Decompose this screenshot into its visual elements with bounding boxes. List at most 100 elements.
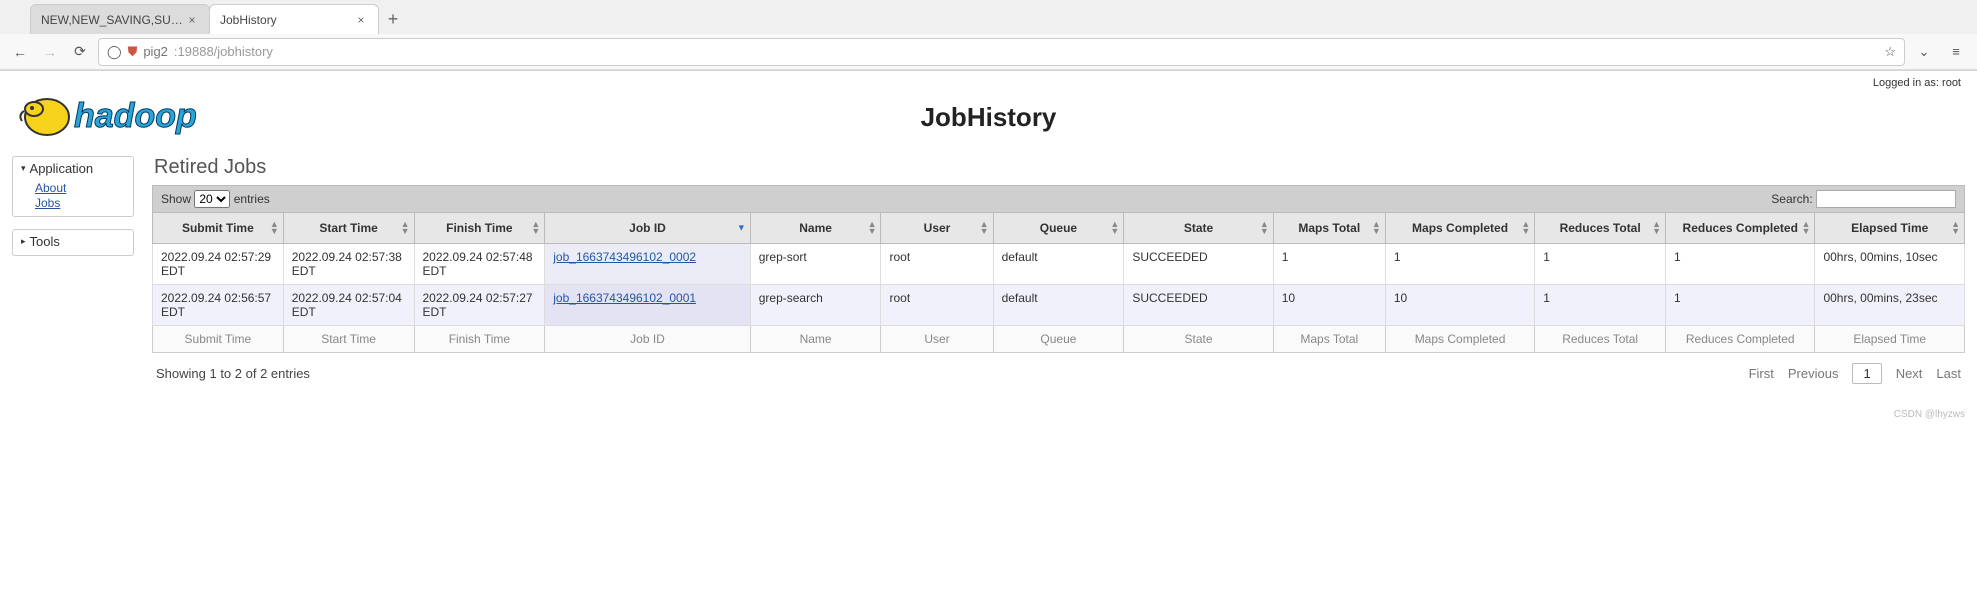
col-start-time[interactable]: Start Time▲▼: [283, 213, 414, 244]
col-reduces-total[interactable]: Reduces Total▲▼: [1535, 213, 1666, 244]
shield-icon: ◯: [107, 44, 122, 60]
sort-icon: ▲▼: [1372, 221, 1381, 235]
tab-title: JobHistory: [220, 13, 354, 27]
footcol: Reduces Total: [1535, 326, 1666, 353]
col-state[interactable]: State▲▼: [1124, 213, 1273, 244]
table-header-row: Submit Time▲▼ Start Time▲▼ Finish Time▲▼…: [153, 213, 1965, 244]
sort-icon: ▲▼: [980, 221, 989, 235]
sort-icon: ▲▼: [401, 221, 410, 235]
cell-maps-total: 10: [1273, 285, 1385, 326]
sort-icon: ▲▼: [531, 221, 540, 235]
col-submit-time[interactable]: Submit Time▲▼: [153, 213, 284, 244]
jobs-table: Submit Time▲▼ Start Time▲▼ Finish Time▲▼…: [152, 212, 1965, 353]
url-path: :19888/jobhistory: [174, 44, 273, 59]
search-input[interactable]: [1816, 190, 1956, 208]
cell-state: SUCCEEDED: [1124, 285, 1273, 326]
col-reduces-completed[interactable]: Reduces Completed▲▼: [1666, 213, 1815, 244]
sidebar-tools-header[interactable]: ▸ Tools: [21, 234, 125, 249]
browser-toolbar: ← → ⟳ ◯ ⛊ pig2 :19888/jobhistory ☆ ⌄ ≡: [0, 34, 1977, 70]
footcol: Reduces Completed: [1666, 326, 1815, 353]
chevron-right-icon: ▸: [21, 236, 26, 247]
cell-reduces-completed: 1: [1666, 244, 1815, 285]
lock-icon: ⛊: [128, 44, 138, 60]
page-previous[interactable]: Previous: [1788, 366, 1839, 381]
sort-icon: ▲▼: [270, 221, 279, 235]
sidebar-application-box: ▾ Application About Jobs: [12, 156, 134, 217]
cell-elapsed: 00hrs, 00mins, 23sec: [1815, 285, 1965, 326]
page-current[interactable]: 1: [1852, 363, 1881, 384]
cell-jobid: job_1663743496102_0001: [545, 285, 750, 326]
table-info: Showing 1 to 2 of 2 entries: [156, 366, 310, 381]
address-bar[interactable]: ◯ ⛊ pig2 :19888/jobhistory ☆: [98, 38, 1905, 66]
page-last[interactable]: Last: [1936, 366, 1961, 381]
cell-reduces-total: 1: [1535, 244, 1666, 285]
col-finish-time[interactable]: Finish Time▲▼: [414, 213, 545, 244]
cell-maps-completed: 1: [1385, 244, 1534, 285]
cell-user: root: [881, 285, 993, 326]
col-elapsed-time[interactable]: Elapsed Time▲▼: [1815, 213, 1965, 244]
cell-elapsed: 00hrs, 00mins, 10sec: [1815, 244, 1965, 285]
col-user[interactable]: User▲▼: [881, 213, 993, 244]
sort-icon: ▲▼: [1110, 221, 1119, 235]
table-row: 2022.09.24 02:56:57 EDT 2022.09.24 02:57…: [153, 285, 1965, 326]
cell-start: 2022.09.24 02:57:38 EDT: [283, 244, 414, 285]
back-button[interactable]: ←: [8, 40, 32, 64]
col-job-id[interactable]: Job ID▼: [545, 213, 750, 244]
sort-icon: ▲▼: [1521, 221, 1530, 235]
url-host: pig2: [143, 44, 168, 59]
sort-icon: ▲▼: [868, 221, 877, 235]
search-label: Search:: [1771, 192, 1812, 206]
cell-maps-total: 1: [1273, 244, 1385, 285]
sidebar-application-header[interactable]: ▾ Application: [21, 161, 125, 176]
browser-tab[interactable]: JobHistory ×: [209, 4, 379, 34]
browser-chrome: NEW,NEW_SAVING,SUBMIT × JobHistory × + ←…: [0, 0, 1977, 71]
cell-finish: 2022.09.24 02:57:27 EDT: [414, 285, 545, 326]
footcol: User: [881, 326, 993, 353]
bookmark-star-icon[interactable]: ☆: [1884, 44, 1896, 60]
close-icon[interactable]: ×: [354, 13, 368, 27]
job-link[interactable]: job_1663743496102_0002: [553, 250, 696, 264]
cell-queue: default: [993, 285, 1124, 326]
sidebar-link-jobs[interactable]: Jobs: [35, 196, 60, 210]
hadoop-logo: hadoop: [12, 77, 252, 150]
new-tab-button[interactable]: +: [378, 9, 408, 34]
forward-button[interactable]: →: [38, 40, 62, 64]
sidebar: ▾ Application About Jobs ▸ Tools: [12, 156, 134, 268]
paginator: First Previous 1 Next Last: [1749, 363, 1961, 384]
footcol: Finish Time: [414, 326, 545, 353]
main-content: Retired Jobs Show 20 entries Search:: [152, 156, 1965, 384]
col-maps-total[interactable]: Maps Total▲▼: [1273, 213, 1385, 244]
footcol: Maps Completed: [1385, 326, 1534, 353]
footcol: Submit Time: [153, 326, 284, 353]
sort-icon: ▲▼: [1951, 221, 1960, 235]
page-next[interactable]: Next: [1896, 366, 1923, 381]
sidebar-link-about[interactable]: About: [35, 181, 66, 195]
browser-tab[interactable]: NEW,NEW_SAVING,SUBMIT ×: [30, 4, 210, 34]
length-menu-select[interactable]: 20: [194, 190, 230, 208]
sort-icon: ▲▼: [1652, 221, 1661, 235]
sort-desc-icon: ▼: [737, 225, 746, 232]
cell-queue: default: [993, 244, 1124, 285]
col-queue[interactable]: Queue▲▼: [993, 213, 1124, 244]
page-first[interactable]: First: [1749, 366, 1774, 381]
col-name[interactable]: Name▲▼: [750, 213, 881, 244]
job-link[interactable]: job_1663743496102_0001: [553, 291, 696, 305]
hamburger-menu-icon[interactable]: ≡: [1943, 44, 1969, 59]
sidebar-header-label: Application: [30, 161, 94, 176]
tab-title: NEW,NEW_SAVING,SUBMIT: [41, 13, 185, 27]
cell-name: grep-sort: [750, 244, 881, 285]
footcol: State: [1124, 326, 1273, 353]
footcol: Job ID: [545, 326, 750, 353]
sidebar-header-label: Tools: [30, 234, 60, 249]
page-body: Logged in as: root hadoop JobHistory ▾ A…: [0, 71, 1977, 424]
close-icon[interactable]: ×: [185, 13, 199, 27]
sort-icon: ▲▼: [1260, 221, 1269, 235]
reload-button[interactable]: ⟳: [68, 40, 92, 64]
cell-jobid: job_1663743496102_0002: [545, 244, 750, 285]
pocket-icon[interactable]: ⌄: [1911, 44, 1937, 60]
datatable-toolbar: Show 20 entries Search:: [152, 185, 1965, 212]
col-maps-completed[interactable]: Maps Completed▲▼: [1385, 213, 1534, 244]
table-row: 2022.09.24 02:57:29 EDT 2022.09.24 02:57…: [153, 244, 1965, 285]
chevron-down-icon: ▾: [21, 163, 26, 174]
cell-user: root: [881, 244, 993, 285]
